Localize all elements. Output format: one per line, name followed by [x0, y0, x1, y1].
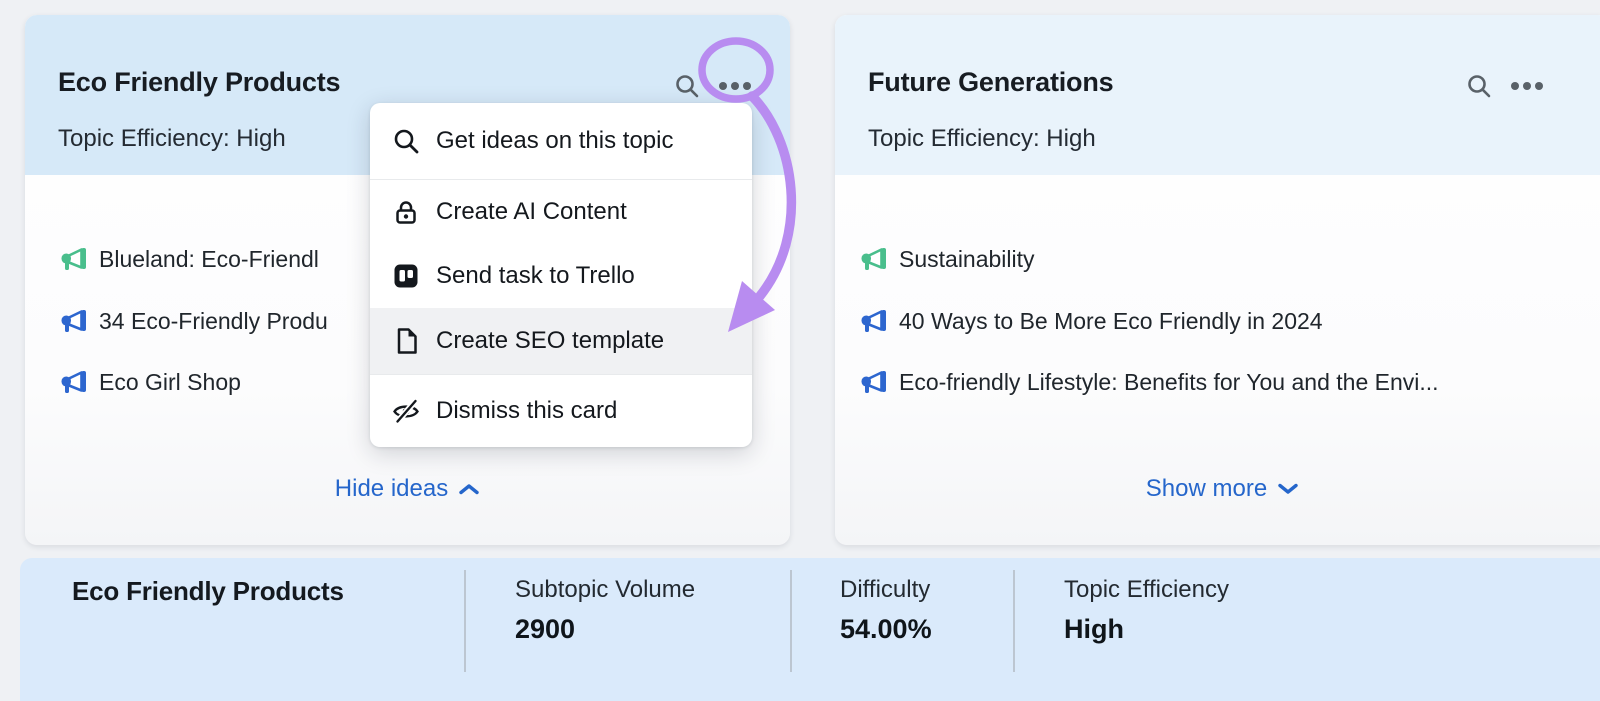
- idea-title: Blueland: Eco-Friendl: [99, 245, 319, 272]
- stat-subtopic-volume: Subtopic Volume 2900: [515, 576, 695, 645]
- topic-efficiency-label: Topic Efficiency: High: [868, 125, 1096, 152]
- show-more-link[interactable]: Show more: [835, 475, 1600, 503]
- more-options-icon[interactable]: [1510, 81, 1544, 91]
- menu-item-label: Send task to Trello: [436, 262, 635, 289]
- menu-item-create-seo-template[interactable]: Create SEO template: [370, 308, 752, 374]
- card-title: Future Generations: [868, 67, 1114, 97]
- list-item[interactable]: Eco-friendly Lifestyle: Benefits for You…: [860, 364, 1439, 400]
- document-icon: [397, 328, 417, 354]
- stat-value: 54.00%: [840, 614, 932, 644]
- card-actions: [674, 73, 752, 99]
- megaphone-icon: [860, 369, 888, 395]
- divider: [790, 570, 792, 672]
- menu-item-dismiss-card[interactable]: Dismiss this card: [370, 375, 752, 447]
- list-item[interactable]: Blueland: Eco-Friendl: [60, 241, 319, 277]
- megaphone-icon: [60, 308, 88, 334]
- card-context-menu: Get ideas on this topic Create AI Conten…: [370, 103, 752, 447]
- topic-card-future-generations: Future Generations Topic Efficiency: Hig…: [835, 15, 1600, 545]
- list-item[interactable]: 40 Ways to Be More Eco Friendly in 2024: [860, 303, 1323, 339]
- eye-off-icon: [393, 399, 419, 424]
- megaphone-icon: [860, 308, 888, 334]
- menu-item-label: Dismiss this card: [436, 397, 618, 424]
- idea-title: Eco Girl Shop: [99, 368, 241, 395]
- divider: [464, 570, 466, 672]
- stat-value: High: [1064, 614, 1124, 644]
- menu-item-label: Create SEO template: [436, 327, 665, 354]
- list-item[interactable]: 34 Eco-Friendly Produ: [60, 303, 328, 339]
- idea-title: Sustainability: [899, 245, 1035, 272]
- megaphone-icon: [60, 369, 88, 395]
- selected-topic-summary-bar: Eco Friendly Products Subtopic Volume 29…: [20, 558, 1600, 701]
- menu-item-create-ai-content[interactable]: Create AI Content: [370, 180, 752, 244]
- card-header: Future Generations Topic Efficiency: Hig…: [835, 15, 1600, 175]
- stat-value: 2900: [515, 614, 576, 644]
- stat-label: Difficulty: [840, 576, 931, 603]
- topic-efficiency-label: Topic Efficiency: High: [58, 125, 286, 152]
- stat-label: Topic Efficiency: [1064, 576, 1229, 603]
- stat-topic-efficiency: Topic Efficiency High: [1064, 576, 1229, 645]
- show-more-label: Show more: [1145, 475, 1268, 502]
- menu-item-send-to-trello[interactable]: Send task to Trello: [370, 244, 752, 308]
- search-icon[interactable]: [1466, 73, 1492, 99]
- search-icon: [394, 129, 419, 154]
- idea-title: 34 Eco-Friendly Produ: [99, 307, 328, 334]
- search-icon[interactable]: [674, 73, 700, 99]
- menu-item-label: Get ideas on this topic: [436, 127, 674, 154]
- stat-label: Subtopic Volume: [515, 576, 696, 603]
- list-item[interactable]: Sustainability: [860, 241, 1035, 277]
- divider: [1013, 570, 1015, 672]
- menu-item-label: Create AI Content: [436, 198, 627, 225]
- topic-research-page: Eco Friendly Products Topic Efficiency: …: [0, 0, 1600, 701]
- trello-icon: [394, 264, 418, 288]
- summary-topic-title: Eco Friendly Products: [72, 576, 344, 606]
- list-item[interactable]: Eco Girl Shop: [60, 364, 241, 400]
- more-options-icon[interactable]: [718, 81, 752, 91]
- menu-item-get-ideas[interactable]: Get ideas on this topic: [370, 103, 752, 179]
- lock-icon: [396, 201, 416, 224]
- chevron-down-icon: [1278, 483, 1298, 494]
- hide-ideas-link[interactable]: Hide ideas: [25, 475, 790, 503]
- megaphone-icon: [60, 246, 88, 272]
- card-title: Eco Friendly Products: [58, 67, 341, 97]
- idea-title: 40 Ways to Be More Eco Friendly in 2024: [899, 307, 1323, 334]
- idea-title: Eco-friendly Lifestyle: Benefits for You…: [899, 368, 1439, 395]
- card-actions: [1466, 73, 1544, 99]
- hide-ideas-label: Hide ideas: [334, 475, 449, 502]
- chevron-up-icon: [459, 484, 479, 495]
- megaphone-icon: [860, 246, 888, 272]
- stat-difficulty: Difficulty 54.00%: [840, 576, 932, 645]
